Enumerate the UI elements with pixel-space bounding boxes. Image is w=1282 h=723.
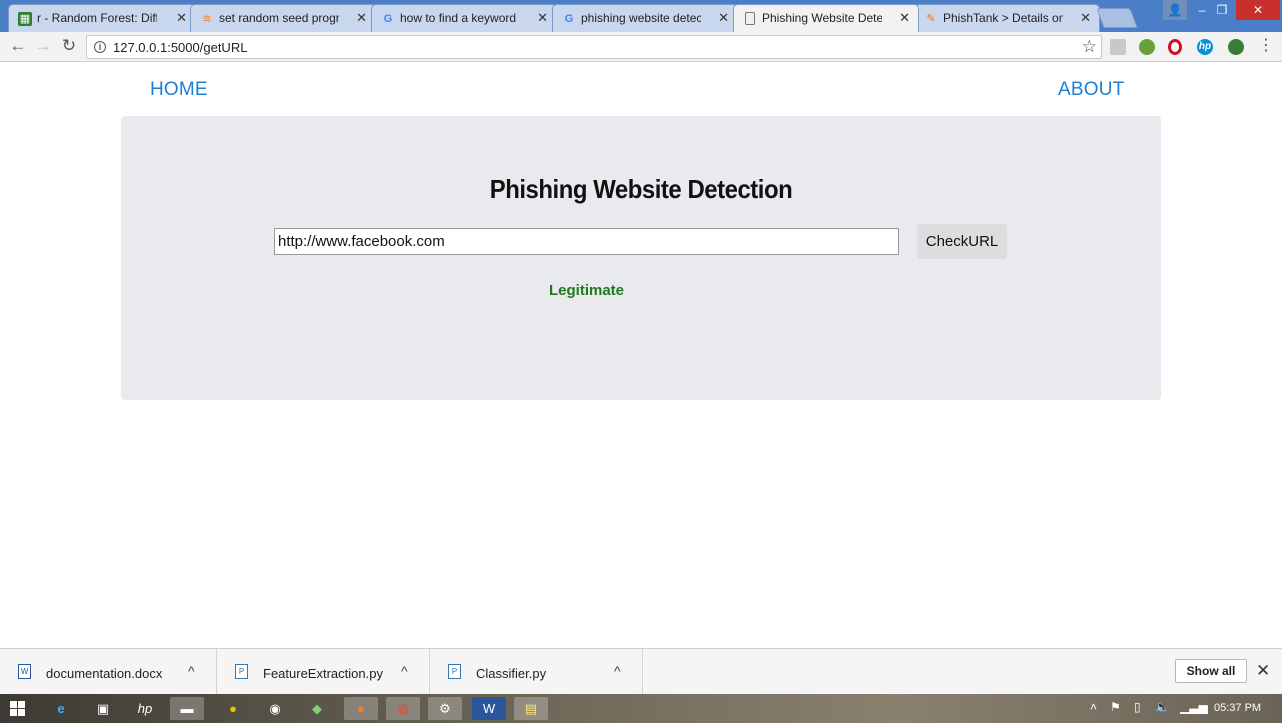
tab-label: Phishing Website Detecti: [762, 11, 882, 25]
chevron-up-icon[interactable]: ^: [614, 663, 621, 679]
tab-label: r - Random Forest: Differ: [37, 11, 157, 25]
file-explorer-icon[interactable]: ▬: [170, 697, 204, 720]
tab-label: phishing website detectic: [581, 11, 701, 25]
page-icon: [745, 12, 755, 25]
tab-phishing-detection-search[interactable]: G phishing website detectic ✕: [552, 4, 738, 32]
chrome-icon[interactable]: ◍: [386, 697, 420, 720]
chevron-up-icon[interactable]: ^: [188, 663, 195, 679]
check-url-button[interactable]: CheckURL: [917, 224, 1007, 259]
menu-icon[interactable]: ⋮: [1258, 37, 1274, 55]
store-icon[interactable]: ▣: [86, 697, 120, 720]
address-bar[interactable]: i 127.0.0.1:5000/getURL ☆: [86, 35, 1102, 59]
ie-icon[interactable]: e: [44, 697, 78, 720]
download-item[interactable]: W documentation.docx ^: [0, 649, 217, 695]
python-file-icon: P: [235, 664, 248, 679]
result-label: Legitimate: [549, 282, 625, 299]
show-all-button[interactable]: Show all: [1175, 659, 1247, 683]
url-input[interactable]: http://www.facebook.com: [274, 228, 899, 255]
nav-home-link[interactable]: HOME: [150, 79, 208, 101]
extension-icon[interactable]: [1228, 39, 1244, 55]
taskbar-clock[interactable]: 05:37 PM: [1214, 702, 1261, 714]
address-url[interactable]: 127.0.0.1:5000/getURL: [113, 40, 247, 55]
page-title: Phishing Website Detection: [489, 174, 793, 204]
word-icon[interactable]: W: [472, 697, 506, 720]
download-filename: documentation.docx: [46, 666, 163, 681]
browser-toolbar: ← → ↻ i 127.0.0.1:5000/getURL ☆ hp ⋮: [0, 32, 1282, 62]
download-item[interactable]: P FeatureExtraction.py ^: [217, 649, 430, 695]
new-tab-button[interactable]: [1096, 8, 1138, 28]
forward-arrow-icon[interactable]: →: [33, 36, 53, 56]
google-icon: G: [564, 13, 574, 25]
close-icon[interactable]: ✕: [537, 10, 548, 26]
windows-start-icon[interactable]: [10, 701, 26, 717]
python-file-icon: P: [448, 664, 461, 679]
signal-icon[interactable]: ▁▃▅: [1180, 700, 1208, 714]
tab-phishing-website-detection[interactable]: Phishing Website Detecti ✕: [733, 4, 919, 32]
web-page: HOME ABOUT Phishing Website Detection ht…: [0, 63, 1282, 648]
settings-icon[interactable]: ⚙: [428, 697, 462, 720]
download-shelf: W documentation.docx ^ P FeatureExtracti…: [0, 648, 1282, 695]
extension-icon[interactable]: [1139, 39, 1155, 55]
opera-icon[interactable]: [1168, 39, 1182, 55]
flag-icon[interactable]: ⚑: [1110, 700, 1121, 714]
browser-tab-strip: ▦ r - Random Forest: Differ ✕ ≋ set rand…: [0, 0, 1282, 32]
notes-icon[interactable]: ▤: [514, 697, 548, 720]
hp-icon[interactable]: hp: [1197, 39, 1213, 55]
close-icon[interactable]: ✕: [176, 10, 187, 26]
chevron-up-icon[interactable]: ^: [401, 663, 408, 679]
close-icon[interactable]: ✕: [899, 10, 910, 26]
window-close-icon[interactable]: ✕: [1236, 0, 1280, 20]
word-doc-icon: W: [18, 664, 31, 679]
back-arrow-icon[interactable]: ←: [8, 36, 28, 56]
tab-find-keyword[interactable]: G how to find a keyword in ✕: [371, 4, 557, 32]
tab-label: set random seed program: [219, 11, 339, 25]
app-icon[interactable]: ●: [216, 697, 250, 720]
volume-icon[interactable]: 🔈: [1155, 700, 1170, 714]
close-icon[interactable]: ✕: [718, 10, 729, 26]
battery-icon[interactable]: ▯: [1134, 700, 1141, 714]
nav-about-link[interactable]: ABOUT: [1058, 79, 1124, 101]
bookmark-star-icon[interactable]: ☆: [1082, 37, 1097, 57]
close-icon[interactable]: ✕: [356, 10, 367, 26]
spreadsheet-icon: ▦: [18, 12, 32, 26]
stackoverflow-icon: ≋: [202, 13, 212, 25]
info-icon[interactable]: i: [94, 41, 106, 53]
tab-label: how to find a keyword in: [400, 11, 520, 25]
restore-icon[interactable]: ❐: [1210, 0, 1234, 20]
firefox-icon[interactable]: ●: [344, 697, 378, 720]
media-icon[interactable]: ◉: [258, 697, 292, 720]
extension-icon[interactable]: [1110, 39, 1126, 55]
detection-panel: Phishing Website Detection http://www.fa…: [121, 116, 1161, 400]
google-icon: G: [383, 13, 393, 25]
close-shelf-icon[interactable]: ✕: [1256, 661, 1270, 681]
download-item[interactable]: P Classifier.py ^: [430, 649, 643, 695]
download-filename: Classifier.py: [476, 666, 547, 681]
tray-chevron-icon[interactable]: ˄: [1090, 700, 1097, 714]
download-filename: FeatureExtraction.py: [263, 666, 383, 681]
phishtank-icon: ✎: [926, 13, 936, 25]
hp-icon[interactable]: hp: [128, 697, 162, 720]
reload-icon[interactable]: ↻: [59, 36, 79, 56]
close-icon[interactable]: ✕: [1080, 10, 1091, 26]
tab-random-forest[interactable]: ▦ r - Random Forest: Differ ✕: [8, 4, 196, 32]
tab-phishtank[interactable]: ✎ PhishTank > Details on su ✕: [914, 4, 1100, 32]
tab-random-seed[interactable]: ≋ set random seed program ✕: [190, 4, 376, 32]
tab-label: PhishTank > Details on su: [943, 11, 1063, 25]
app-icon[interactable]: ◆: [300, 697, 334, 720]
windows-taskbar: e ▣ hp ▬ ● ◉ ◆ ● ◍ ⚙ W ▤ ˄ ⚑ ▯ 🔈 ▁▃▅ 05:…: [0, 694, 1282, 723]
user-icon[interactable]: 👤: [1163, 0, 1187, 20]
